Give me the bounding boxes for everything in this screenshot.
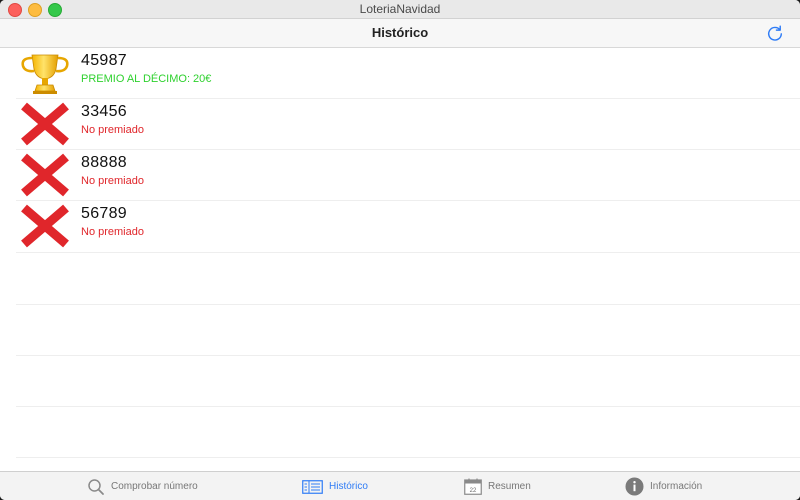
title-bar: LoteriaNavidad — [0, 0, 800, 19]
zoom-window-button[interactable] — [48, 3, 62, 17]
tab-bar: Comprobar número Histórico 22 Resumen In… — [0, 471, 800, 500]
trophy-icon — [21, 54, 69, 94]
minimize-window-button[interactable] — [28, 3, 42, 17]
cross-icon — [21, 204, 69, 248]
history-row[interactable]: 33456 No premiado — [0, 99, 800, 150]
tab-label: Histórico — [329, 481, 368, 492]
close-window-button[interactable] — [8, 3, 22, 17]
prize-status: PREMIO AL DÉCIMO: 20€ — [81, 73, 212, 85]
tab-label: Resumen — [488, 481, 531, 492]
history-row[interactable]: 45987 PREMIO AL DÉCIMO: 20€ — [0, 48, 800, 99]
history-row[interactable]: 56789 No premiado — [0, 201, 800, 252]
history-row[interactable]: 88888 No premiado — [0, 150, 800, 201]
navigation-bar: Histórico — [0, 19, 800, 48]
list-icon — [302, 479, 323, 494]
calendar-icon: 22 — [464, 478, 482, 495]
app-window: LoteriaNavidad Histórico 45987 PREMIO AL… — [0, 0, 800, 500]
calendar-day: 22 — [470, 488, 477, 494]
tab-historico[interactable]: Histórico — [302, 472, 368, 500]
ticket-number: 45987 — [81, 52, 127, 69]
tab-resumen[interactable]: 22 Resumen — [464, 472, 531, 500]
cross-icon — [21, 153, 69, 197]
history-list: 45987 PREMIO AL DÉCIMO: 20€ 33456 No pre… — [0, 48, 800, 471]
refresh-icon[interactable] — [766, 24, 784, 42]
tab-comprobar-numero[interactable]: Comprobar número — [87, 472, 198, 500]
page-title: Histórico — [371, 25, 429, 40]
window-title: LoteriaNavidad — [359, 2, 441, 16]
cross-icon — [21, 102, 69, 146]
info-icon — [625, 477, 644, 496]
ticket-number: 56789 — [81, 205, 127, 222]
magnifier-icon — [88, 478, 104, 495]
prize-status: No premiado — [81, 124, 144, 136]
prize-status: No premiado — [81, 226, 144, 238]
ticket-number: 88888 — [81, 154, 127, 171]
prize-status: No premiado — [81, 175, 144, 187]
tab-label: Comprobar número — [111, 481, 198, 492]
ticket-number: 33456 — [81, 103, 127, 120]
tab-informacion[interactable]: Información — [625, 472, 702, 500]
tab-label: Información — [650, 481, 703, 492]
